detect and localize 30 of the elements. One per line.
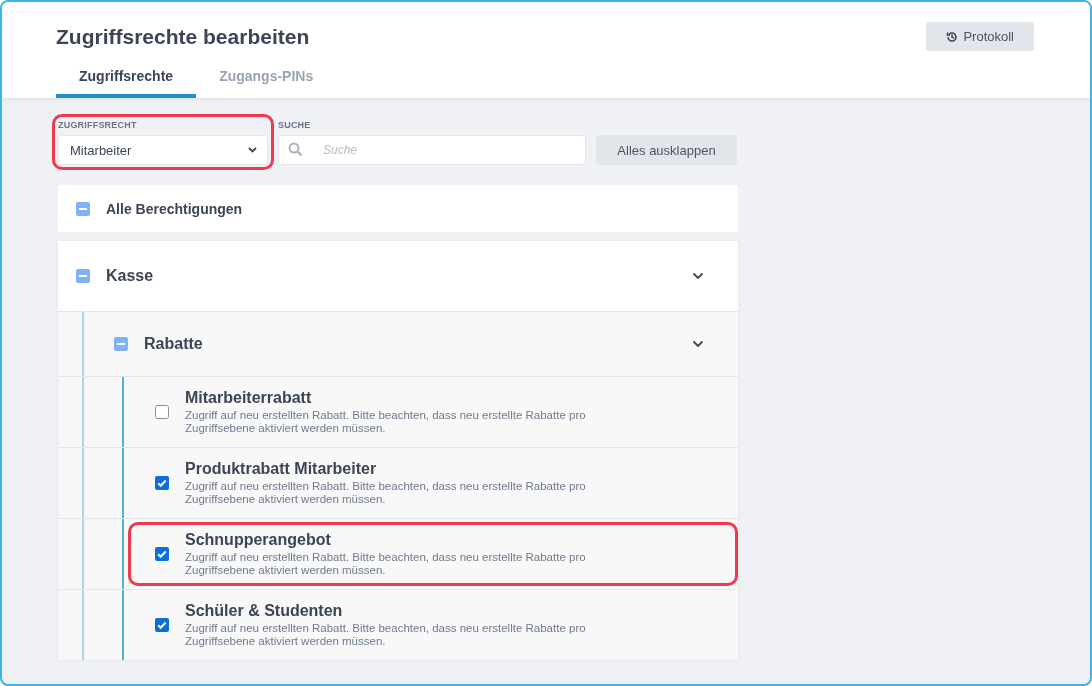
permission-title: Schüler & Studenten bbox=[185, 602, 344, 620]
permission-description: Zugriff auf neu erstellten Rabatt. Bitte beachten, dass neu erstellte Rabatte pro Zugriffsebene aktiviert werden müssen. bbox=[185, 622, 587, 648]
chevron-icon[interactable] bbox=[692, 340, 704, 348]
tab[interactable]: Zugriffsrechte bbox=[56, 68, 197, 98]
partial-checkbox[interactable] bbox=[114, 337, 128, 351]
partial-checkbox[interactable] bbox=[76, 269, 90, 283]
field-label: ZUGRIFFSRECHT bbox=[58, 120, 138, 130]
permission-title: Schnupperangebot bbox=[185, 531, 332, 549]
group-title: Kasse bbox=[106, 267, 155, 285]
permission-title: Mitarbeiterrabatt bbox=[185, 389, 313, 407]
protocol-button[interactable]: Protokoll bbox=[926, 22, 1034, 51]
all-permissions-label: Alle Berechtigungen bbox=[106, 200, 243, 217]
group-title: Rabatte bbox=[144, 335, 204, 353]
permission-description: Zugriff auf neu erstellten Rabatt. Bitte beachten, dass neu erstellte Rabatte pro Zugriffsebene aktiviert werden müssen. bbox=[185, 551, 587, 577]
role-dropdown[interactable]: Mitarbeiter bbox=[58, 135, 268, 165]
chevron-icon[interactable] bbox=[692, 272, 704, 280]
page-title: Zugriffsrechte bearbeiten bbox=[56, 24, 310, 49]
chevron-icon bbox=[248, 147, 257, 153]
expand-all-button[interactable]: Alles ausklappen bbox=[596, 135, 737, 165]
checkbox[interactable] bbox=[155, 476, 169, 490]
search-field[interactable]: Suche bbox=[278, 135, 586, 165]
permission-title: Produktrabatt Mitarbeiter bbox=[185, 460, 378, 478]
checkbox[interactable] bbox=[155, 405, 169, 419]
field-label: SUCHE bbox=[278, 120, 312, 130]
checkbox[interactable] bbox=[155, 547, 169, 561]
permission-description: Zugriff auf neu erstellten Rabatt. Bitte beachten, dass neu erstellte Rabatte pro Zugriffsebene aktiviert werden müssen. bbox=[185, 480, 587, 506]
history-icon bbox=[946, 30, 959, 43]
checkbox[interactable] bbox=[155, 618, 169, 632]
permission-description: Zugriff auf neu erstellten Rabatt. Bitte beachten, dass neu erstellte Rabatte pro Zugriffsebene aktiviert werden müssen. bbox=[185, 409, 587, 435]
partial-checkbox[interactable] bbox=[76, 201, 90, 216]
